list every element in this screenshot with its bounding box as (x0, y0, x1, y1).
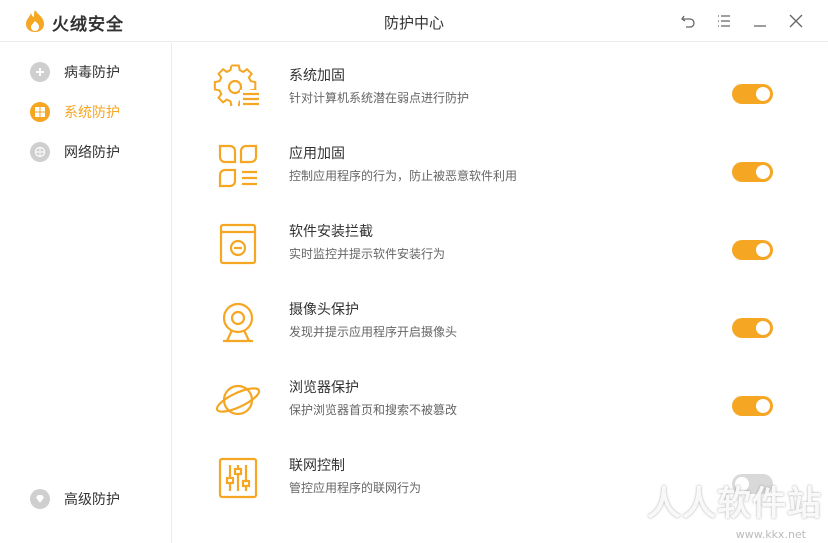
feature-row-system-hardening: 系统加固 针对计算机系统潜在弱点进行防护 (173, 63, 828, 141)
toggle-knob (756, 87, 770, 101)
watermark-url: www.kkx.net (735, 528, 806, 541)
plus-shield-icon (30, 62, 50, 82)
app-grid-icon (218, 144, 258, 188)
feature-list: 系统加固 针对计算机系统潜在弱点进行防护 应用加固 控制应用程序的行为，防止被恶… (173, 43, 828, 543)
window-title: 防护中心 (383, 14, 444, 32)
toggle-knob (756, 321, 770, 335)
sidebar-item-label: 网络防护 (64, 145, 120, 161)
sliders-icon (218, 457, 258, 499)
webcam-icon (222, 302, 254, 343)
close-icon (789, 14, 803, 28)
planet-icon (215, 384, 261, 416)
feature-description: 针对计算机系统潜在弱点进行防护 (289, 91, 470, 105)
browser-protection-toggle[interactable] (732, 396, 773, 416)
feature-row-install-blocking: 软件安装拦截 实时监控并提示软件安装行为 (173, 219, 828, 297)
sidebar: 病毒防护 系统防护 网络防护 高级防护 (0, 43, 172, 543)
globe-icon (30, 142, 50, 162)
sidebar-item-label: 病毒防护 (64, 65, 120, 81)
feature-row-app-hardening: 应用加固 控制应用程序的行为，防止被恶意软件利用 (173, 141, 828, 219)
feature-description: 实时监控并提示软件安装行为 (289, 247, 446, 261)
minimize-button[interactable] (750, 11, 770, 31)
feature-title: 浏览器保护 (289, 380, 359, 396)
menu-list-icon (718, 15, 730, 27)
feature-row-webcam-protection: 摄像头保护 发现并提示应用程序开启摄像头 (173, 297, 828, 375)
sidebar-item-label: 高级防护 (64, 492, 120, 508)
toggle-knob (756, 399, 770, 413)
minimize-icon (754, 25, 766, 27)
watermark-text: 人人软件站 (647, 484, 822, 524)
sidebar-item-system-protection[interactable]: 系统防护 (30, 100, 120, 124)
feature-title: 摄像头保护 (289, 302, 359, 318)
menu-button[interactable] (714, 11, 734, 31)
feature-description: 发现并提示应用程序开启摄像头 (289, 325, 458, 339)
feature-description: 管控应用程序的联网行为 (289, 481, 422, 495)
feature-title: 系统加固 (289, 68, 345, 84)
undo-icon (681, 15, 695, 28)
close-button[interactable] (786, 11, 806, 31)
app-hardening-toggle[interactable] (732, 162, 773, 182)
sidebar-item-virus-protection[interactable]: 病毒防护 (30, 60, 120, 84)
feature-row-browser-protection: 浏览器保护 保护浏览器首页和搜索不被篡改 (173, 375, 828, 453)
install-blocking-toggle[interactable] (732, 240, 773, 260)
diamond-icon (30, 489, 50, 509)
sidebar-item-network-protection[interactable]: 网络防护 (30, 140, 120, 164)
gear-list-icon (213, 64, 260, 108)
windows-icon (30, 102, 50, 122)
feature-description: 保护浏览器首页和搜索不被篡改 (289, 403, 458, 417)
feature-title: 软件安装拦截 (289, 224, 373, 240)
feature-title: 应用加固 (289, 146, 345, 162)
sidebar-item-label: 系统防护 (64, 105, 120, 121)
back-button[interactable] (678, 11, 698, 31)
install-box-icon (219, 223, 257, 265)
webcam-protection-toggle[interactable] (732, 318, 773, 338)
feature-description: 控制应用程序的行为，防止被恶意软件利用 (289, 169, 518, 183)
feature-title: 联网控制 (289, 458, 345, 474)
system-hardening-toggle[interactable] (732, 84, 773, 104)
toggle-knob (756, 165, 770, 179)
title-bar: 火绒安全 防护中心 (0, 0, 828, 42)
toggle-knob (756, 243, 770, 257)
sidebar-item-advanced-protection[interactable]: 高级防护 (30, 487, 120, 511)
